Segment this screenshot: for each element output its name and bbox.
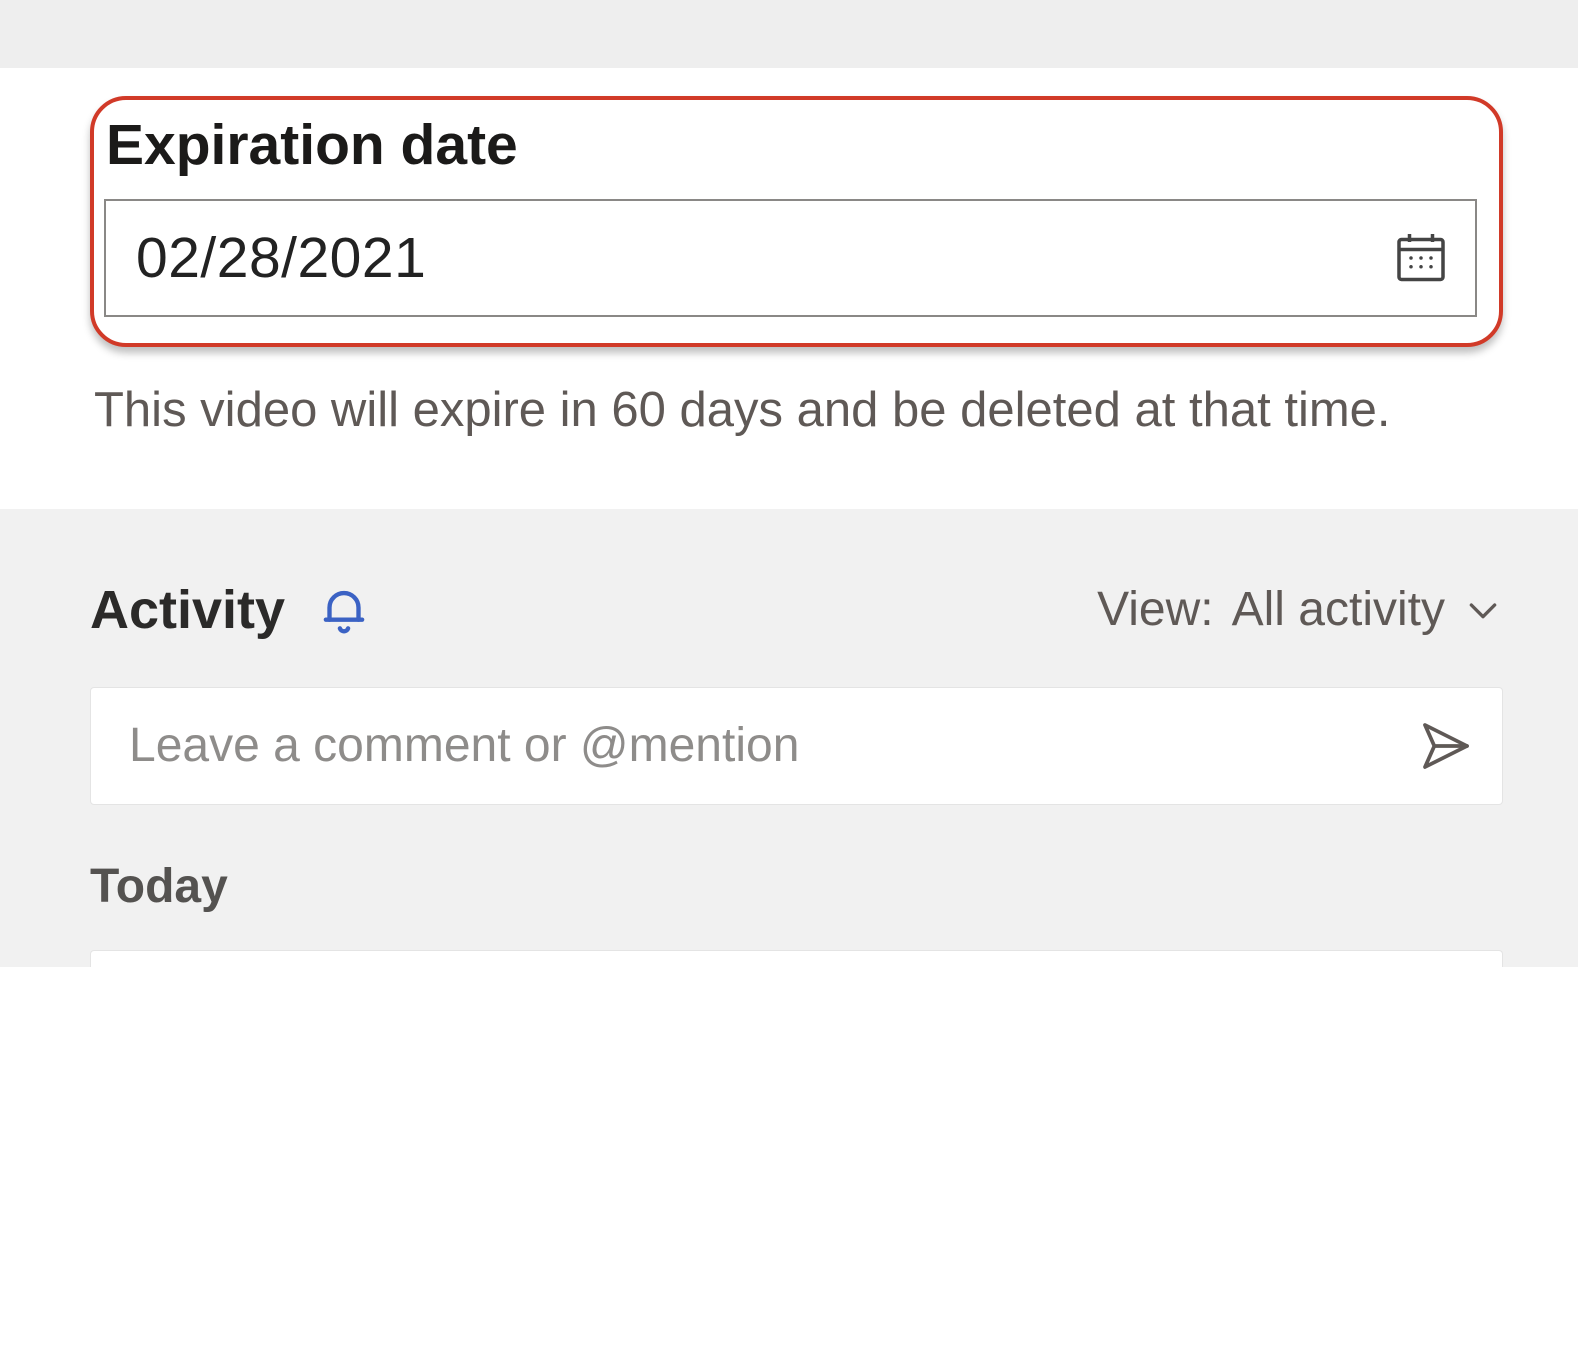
comment-box[interactable]: [90, 687, 1503, 805]
activity-header: Activity View: All activity: [90, 579, 1503, 641]
calendar-icon[interactable]: [1391, 228, 1451, 288]
chevron-down-icon: [1463, 590, 1503, 630]
comment-input[interactable]: [127, 717, 1418, 774]
expiration-date-field[interactable]: 02/28/2021: [104, 199, 1477, 317]
activity-today-label: Today: [90, 859, 1503, 914]
top-gray-band: [0, 0, 1578, 68]
view-filter-prefix: View:: [1097, 582, 1214, 637]
send-icon[interactable]: [1418, 718, 1474, 774]
expiration-date-value: 02/28/2021: [136, 225, 1391, 291]
expiration-section: Expiration date 02/28/2021 This vid: [0, 68, 1578, 463]
expiration-label: Expiration date: [104, 110, 1477, 199]
activity-entry: [90, 950, 1503, 967]
activity-panel: Activity View: All activity: [0, 509, 1578, 967]
view-filter-value: All activity: [1232, 582, 1445, 637]
bell-icon[interactable]: [315, 581, 373, 639]
activity-title: Activity: [90, 579, 285, 641]
expiration-helper-text: This video will expire in 60 days and be…: [90, 347, 1503, 443]
activity-view-filter[interactable]: View: All activity: [1097, 582, 1503, 637]
section-gap: [0, 463, 1578, 509]
expiration-callout: Expiration date 02/28/2021: [90, 96, 1503, 347]
